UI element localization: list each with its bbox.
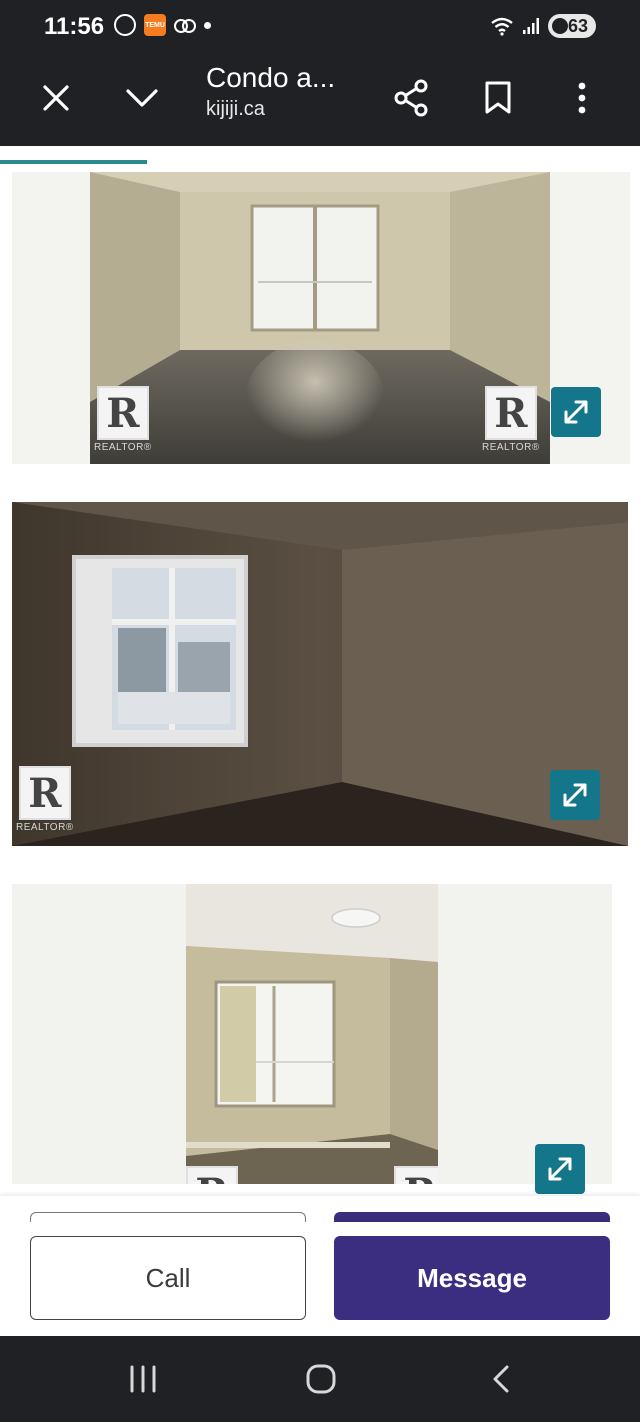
realtor-logo-box: R bbox=[186, 1166, 238, 1184]
realtor-watermark: R bbox=[394, 1166, 438, 1184]
expand-photo-button[interactable] bbox=[550, 770, 600, 820]
temu-icon: TEMU bbox=[144, 14, 166, 36]
battery-level: 63 bbox=[567, 15, 588, 36]
share-button[interactable] bbox=[386, 72, 438, 124]
page-url: kijiji.ca bbox=[206, 98, 265, 120]
expand-icon bbox=[548, 1157, 572, 1181]
call-button[interactable]: Call bbox=[30, 1236, 306, 1320]
notification-icons: TEMU bbox=[114, 14, 211, 36]
second-bedroom-image bbox=[186, 884, 438, 1184]
status-bar: 11:56 TEMU 63 bbox=[0, 0, 640, 54]
expand-photo-button[interactable] bbox=[551, 387, 601, 437]
bedroom-image bbox=[12, 502, 628, 846]
home-icon bbox=[306, 1364, 336, 1394]
expand-icon bbox=[563, 783, 587, 807]
more-vert-icon bbox=[578, 82, 586, 114]
close-button[interactable] bbox=[30, 72, 82, 124]
ghost-message-button bbox=[334, 1212, 610, 1222]
system-navigation-bar bbox=[0, 1336, 640, 1422]
living-room-image bbox=[90, 172, 550, 464]
realtor-logo-box: R bbox=[18, 766, 71, 820]
more-options-button[interactable] bbox=[556, 72, 608, 124]
realtor-watermark: R REALTOR® bbox=[94, 386, 152, 453]
home-button[interactable] bbox=[296, 1354, 346, 1404]
expand-photo-button[interactable] bbox=[535, 1144, 585, 1194]
wifi-icon bbox=[491, 17, 513, 36]
collapse-button[interactable] bbox=[116, 72, 168, 124]
status-time: 11:56 bbox=[44, 13, 105, 40]
duplicate-buttons-behind bbox=[30, 1212, 610, 1222]
realtor-logo-box: R bbox=[484, 386, 537, 440]
dot-icon bbox=[204, 21, 211, 29]
message-button[interactable]: Message bbox=[334, 1236, 610, 1320]
realtor-text: REALTOR® bbox=[94, 442, 152, 453]
second-bedroom-photo[interactable]: R R bbox=[186, 884, 438, 1184]
bedroom-photo[interactable]: R REALTOR® bbox=[12, 502, 628, 846]
bookmark-icon bbox=[485, 81, 511, 114]
temu-label: TEMU bbox=[145, 21, 165, 29]
system-icons: 63 bbox=[490, 14, 596, 38]
realtor-watermark: R REALTOR® bbox=[16, 766, 74, 833]
voicemail-icon bbox=[174, 19, 196, 33]
close-icon bbox=[43, 85, 69, 111]
back-icon bbox=[493, 1365, 509, 1393]
page-title: Condo a... bbox=[206, 62, 336, 93]
bookmark-button[interactable] bbox=[472, 72, 524, 124]
battery-icon: 63 bbox=[547, 14, 596, 38]
back-button[interactable] bbox=[476, 1354, 526, 1404]
expand-icon bbox=[564, 400, 588, 424]
realtor-text: REALTOR® bbox=[482, 442, 540, 453]
whatsapp-icon bbox=[114, 14, 136, 36]
share-icon bbox=[394, 79, 428, 117]
ghost-call-button bbox=[30, 1212, 306, 1222]
realtor-watermark: R REALTOR® bbox=[482, 386, 540, 453]
top-bar: 11:56 TEMU 63 Condo a... kijiji.ca bbox=[0, 0, 640, 146]
page-load-progress bbox=[0, 160, 147, 164]
signal-icon bbox=[522, 18, 539, 34]
realtor-text: REALTOR® bbox=[16, 822, 74, 833]
realtor-logo-box: R bbox=[394, 1166, 438, 1184]
realtor-watermark: R bbox=[186, 1166, 238, 1184]
page-title-area[interactable]: Condo a... kijiji.ca bbox=[206, 62, 335, 121]
chevron-down-icon bbox=[126, 89, 158, 107]
realtor-logo-box: R bbox=[96, 386, 149, 440]
recents-icon bbox=[130, 1365, 156, 1393]
contact-action-bar: Call Message bbox=[0, 1196, 640, 1336]
living-room-photo[interactable]: R REALTOR® R REALTOR® bbox=[90, 172, 550, 464]
recents-button[interactable] bbox=[118, 1354, 168, 1404]
browser-toolbar: Condo a... kijiji.ca bbox=[0, 54, 640, 146]
